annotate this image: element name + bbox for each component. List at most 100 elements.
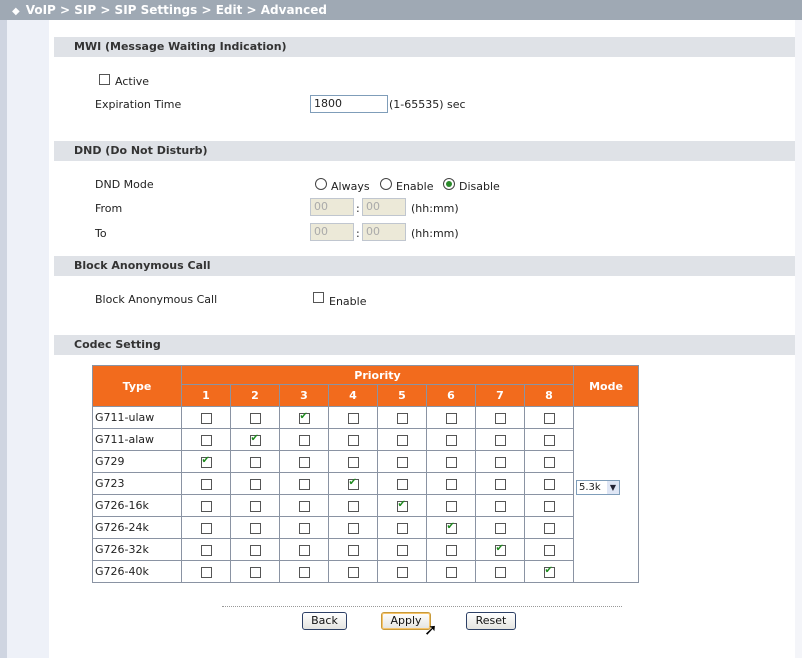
priority-checkbox[interactable]: [298, 456, 310, 468]
priority-checkbox[interactable]: [249, 566, 261, 578]
priority-cell: [181, 494, 231, 517]
priority-checkbox[interactable]: [445, 500, 457, 512]
from-minute-input[interactable]: 00: [362, 198, 406, 216]
priority-checkbox[interactable]: [543, 544, 555, 556]
priority-checkbox[interactable]: [347, 434, 359, 446]
dnd-always-label: Always: [331, 180, 370, 193]
priority-checkbox[interactable]: [347, 522, 359, 534]
priority-col-6: 6: [426, 384, 476, 407]
priority-checkbox[interactable]: [200, 434, 212, 446]
mwi-active-checkbox[interactable]: [99, 74, 110, 85]
priority-checkbox[interactable]: [298, 411, 310, 424]
codec-table: Type Priority Mode 12345678 G711-ulaw 5.3…: [92, 365, 639, 583]
priority-checkbox[interactable]: [396, 566, 408, 578]
priority-cell: [230, 428, 280, 451]
priority-checkbox[interactable]: [396, 456, 408, 468]
priority-checkbox[interactable]: [445, 566, 457, 578]
priority-checkbox[interactable]: [396, 434, 408, 446]
priority-checkbox[interactable]: [543, 565, 555, 578]
table-row: G726-16k: [92, 494, 639, 517]
priority-checkbox[interactable]: [543, 456, 555, 468]
priority-checkbox[interactable]: [494, 412, 506, 424]
expiration-time-input[interactable]: 1800: [310, 95, 388, 113]
priority-checkbox[interactable]: [200, 478, 212, 490]
priority-checkbox[interactable]: [396, 412, 408, 424]
g723-mode-select[interactable]: 5.3k ▼: [576, 480, 620, 495]
priority-cell: [230, 538, 280, 561]
priority-checkbox[interactable]: [494, 543, 506, 556]
priority-checkbox[interactable]: [445, 521, 457, 534]
priority-checkbox[interactable]: [543, 434, 555, 446]
priority-checkbox[interactable]: [347, 500, 359, 512]
priority-checkbox[interactable]: [494, 500, 506, 512]
block-anonymous-checkbox[interactable]: [313, 292, 324, 303]
dnd-always-radio[interactable]: [315, 178, 327, 190]
priority-checkbox[interactable]: [396, 522, 408, 534]
priority-cell: [181, 560, 231, 583]
priority-checkbox[interactable]: [298, 522, 310, 534]
priority-checkbox[interactable]: [494, 434, 506, 446]
priority-checkbox[interactable]: [445, 544, 457, 556]
priority-checkbox[interactable]: [543, 522, 555, 534]
priority-checkbox[interactable]: [200, 412, 212, 424]
from-hour-input[interactable]: 00: [310, 198, 354, 216]
priority-checkbox[interactable]: [445, 434, 457, 446]
priority-cell: [377, 428, 427, 451]
priority-checkbox[interactable]: [445, 478, 457, 490]
from-time-hint: (hh:mm): [411, 202, 459, 215]
priority-cell: [279, 516, 329, 539]
priority-checkbox[interactable]: [249, 478, 261, 490]
priority-checkbox[interactable]: [298, 500, 310, 512]
priority-checkbox[interactable]: [298, 478, 310, 490]
priority-checkbox[interactable]: [200, 522, 212, 534]
dnd-disable-radio[interactable]: [443, 178, 455, 190]
priority-checkbox[interactable]: [396, 478, 408, 490]
to-time-hint: (hh:mm): [411, 227, 459, 240]
priority-checkbox[interactable]: [249, 522, 261, 534]
chevron-down-icon: ▼: [607, 481, 619, 494]
priority-checkbox[interactable]: [347, 456, 359, 468]
priority-checkbox[interactable]: [494, 566, 506, 578]
priority-checkbox[interactable]: [298, 566, 310, 578]
priority-checkbox[interactable]: [347, 544, 359, 556]
back-button[interactable]: Back: [302, 612, 347, 630]
priority-checkbox[interactable]: [200, 544, 212, 556]
priority-checkbox[interactable]: [396, 499, 408, 512]
priority-checkbox[interactable]: [249, 500, 261, 512]
to-hour-input[interactable]: 00: [310, 223, 354, 241]
priority-cell: [377, 472, 427, 495]
priority-checkbox[interactable]: [445, 412, 457, 424]
priority-checkbox[interactable]: [249, 433, 261, 446]
priority-checkbox[interactable]: [249, 412, 261, 424]
priority-col-5: 5: [377, 384, 427, 407]
dnd-enable-radio[interactable]: [380, 178, 392, 190]
to-minute-input[interactable]: 00: [362, 223, 406, 241]
table-row: G726-40k: [92, 560, 639, 583]
left-border: [0, 20, 7, 658]
mwi-title: MWI (Message Waiting Indication): [74, 40, 287, 53]
priority-checkbox[interactable]: [396, 544, 408, 556]
priority-checkbox[interactable]: [347, 566, 359, 578]
priority-checkbox[interactable]: [543, 500, 555, 512]
priority-checkbox[interactable]: [347, 477, 359, 490]
reset-button[interactable]: Reset: [466, 612, 516, 630]
priority-checkbox[interactable]: [494, 522, 506, 534]
priority-checkbox[interactable]: [298, 544, 310, 556]
priority-checkbox[interactable]: [494, 478, 506, 490]
priority-checkbox[interactable]: [543, 478, 555, 490]
priority-checkbox[interactable]: [200, 455, 212, 468]
priority-checkbox[interactable]: [200, 566, 212, 578]
priority-cell: [377, 516, 427, 539]
codec-type: G711-alaw: [92, 428, 182, 451]
priority-checkbox[interactable]: [249, 544, 261, 556]
priority-checkbox[interactable]: [347, 412, 359, 424]
priority-col-1: 1: [181, 384, 231, 407]
codec-type: G726-40k: [92, 560, 182, 583]
priority-checkbox[interactable]: [445, 456, 457, 468]
priority-checkbox[interactable]: [249, 456, 261, 468]
priority-checkbox[interactable]: [200, 500, 212, 512]
priority-checkbox[interactable]: [543, 412, 555, 424]
priority-cell: [279, 428, 329, 451]
priority-checkbox[interactable]: [298, 434, 310, 446]
priority-checkbox[interactable]: [494, 456, 506, 468]
